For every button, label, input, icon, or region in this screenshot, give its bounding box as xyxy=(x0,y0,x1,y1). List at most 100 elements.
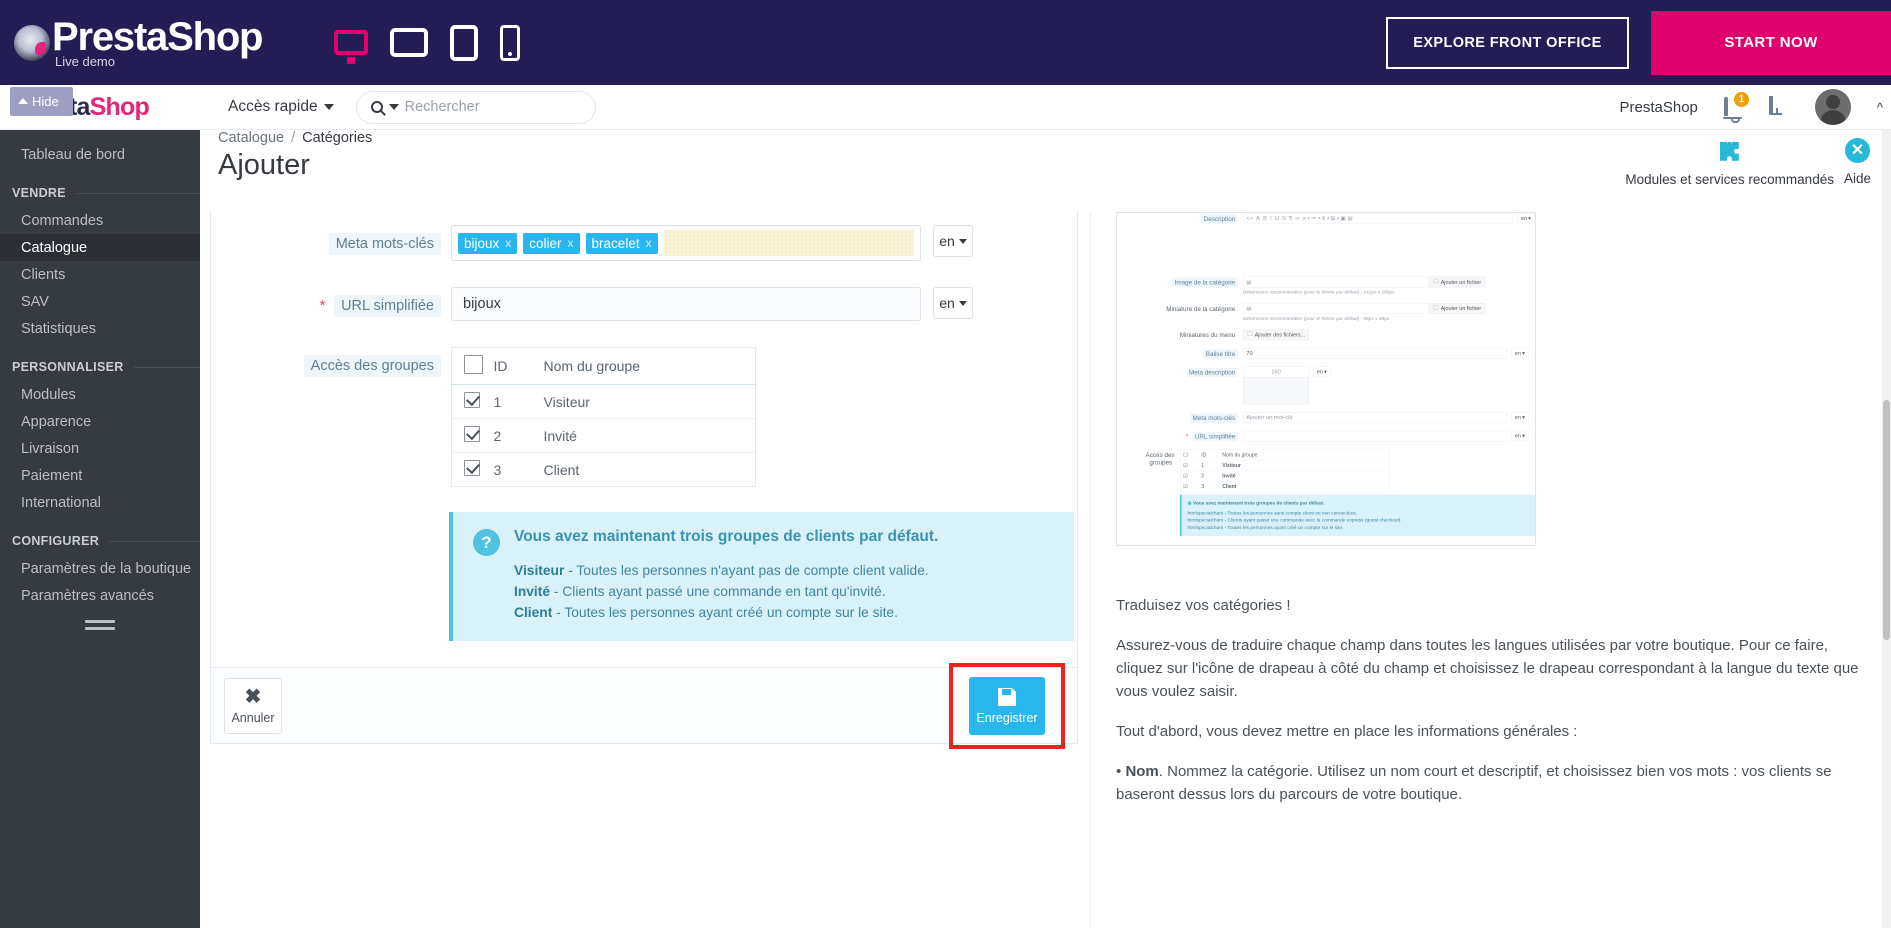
table-row[interactable]: 3 Client xyxy=(452,453,756,487)
row-id: 2 xyxy=(493,418,544,453)
profile-chevron-up-icon[interactable]: ^ xyxy=(1877,100,1883,115)
thumb-placeholder: Ajouter un mot-clé xyxy=(1246,414,1293,421)
thumb-label: Meta description xyxy=(1186,367,1238,378)
thumb-label: Miniatures du menu xyxy=(1179,331,1236,339)
hide-sidebar-tooltip[interactable]: Hide xyxy=(10,86,73,116)
sidebar-section-label: VENDRE xyxy=(12,186,66,200)
thumb-row-menu-thumbs: Miniatures du menu 🗀 Ajouter des fichier… xyxy=(1117,329,1535,341)
meta-keywords-input[interactable]: bijoux x colier x bracelet x xyxy=(451,225,921,261)
breadcrumb-current[interactable]: Catégories xyxy=(302,130,372,146)
thumb-label: Image de la catégorie xyxy=(1172,277,1238,288)
tag-remove-icon[interactable]: x xyxy=(505,236,511,250)
thumb-row-friendly-url: * URL simplifiée en ▾ xyxy=(1117,430,1535,442)
recommended-modules-button[interactable]: Modules et services recommandés xyxy=(1625,138,1834,187)
row-checkbox[interactable] xyxy=(464,460,480,476)
tag-remove-icon[interactable]: x xyxy=(568,236,574,250)
alert-text: - Toutes les personnes n'ayant pas de co… xyxy=(564,563,929,578)
sidebar-item-apparence[interactable]: Apparence xyxy=(0,408,200,435)
search-box[interactable] xyxy=(355,90,596,124)
mobile-icon[interactable] xyxy=(500,24,521,61)
sidebar-item-label: Paiement xyxy=(21,467,83,484)
prestashop-demo-logo[interactable]: PrestaShop Live demo xyxy=(14,14,263,69)
avatar[interactable] xyxy=(1814,89,1851,125)
quick-access-label: Accès rapide xyxy=(228,98,318,115)
group-access-row: Accès des groupes ID Nom du groupe 1 Vis… xyxy=(211,334,1077,500)
question-mark-icon: ? xyxy=(473,529,500,556)
scrollbar-thumb[interactable] xyxy=(1883,400,1890,640)
sidebar-item-statistiques[interactable]: Statistiques xyxy=(0,315,200,342)
tag-remove-icon[interactable]: x xyxy=(646,236,652,250)
sidebar-item-label: Statistiques xyxy=(21,320,96,337)
row-group-name: Invité xyxy=(543,418,756,453)
thumb-row-description: Description <> A B I U S ¶ ∞ ≡ ▪ ≔ ▪ ⩸ ▪… xyxy=(1117,213,1535,224)
sidebar-item-parametres-boutique[interactable]: Paramètres de la boutique xyxy=(0,555,200,582)
sidebar-item-international[interactable]: International xyxy=(0,489,200,516)
alert-term: Invité xyxy=(514,584,551,599)
sidebar-section-label: PERSONNALISER xyxy=(12,360,124,374)
divider xyxy=(75,192,200,194)
bullet-term: Nom xyxy=(1125,763,1159,780)
search-scope-chevron-down-icon[interactable] xyxy=(388,104,399,110)
help-button[interactable]: ✕ Aide xyxy=(1844,138,1871,186)
breadcrumb-parent[interactable]: Catalogue xyxy=(218,130,284,146)
shop-name-label[interactable]: PrestaShop xyxy=(1620,99,1698,116)
sidebar-item-clients[interactable]: Clients xyxy=(0,261,200,288)
table-row[interactable]: 1 Visiteur xyxy=(451,384,756,419)
table-row[interactable]: 2 Invité xyxy=(451,418,756,453)
search-input[interactable] xyxy=(404,99,565,115)
notifications-bell-icon[interactable]: 1 xyxy=(1723,92,1749,118)
sidebar-item-modules[interactable]: Modules xyxy=(0,381,200,408)
page-scrollbar[interactable] xyxy=(1882,130,1891,928)
demo-logo-word: PrestaShop xyxy=(52,14,263,59)
sidebar-item-catalogue[interactable]: Catalogue xyxy=(0,234,200,261)
tablet-portrait-icon[interactable] xyxy=(450,24,479,61)
sidebar-section-configurer: CONFIGURER xyxy=(0,527,200,555)
tag-entry-area[interactable] xyxy=(663,230,914,256)
explore-front-office-button[interactable]: EXPLORE FRONT OFFICE xyxy=(1386,16,1629,69)
breadcrumb: Catalogue / Catégories xyxy=(218,130,372,146)
select-all-checkbox[interactable] xyxy=(464,355,483,374)
sidebar-item-sav[interactable]: SAV xyxy=(0,288,200,315)
form-footer: ✖ Annuler Enregistrer xyxy=(211,662,1077,749)
desktop-icon[interactable] xyxy=(334,30,369,55)
demo-top-bar: PrestaShop Live demo EXPLORE FRONT OFFIC… xyxy=(0,0,1891,85)
alert-text: - Toutes les personnes ayant créé un com… xyxy=(552,605,898,620)
thumb-groups-table: ☐ ID Nom du groupe ☑ 1 Visiteur ☑ 2 Invité ☑ 3 C… xyxy=(1180,449,1390,492)
thumb-row-meta-description: Meta description 160 en ▾ xyxy=(1117,366,1535,405)
quick-access-menu[interactable]: Accès rapide xyxy=(228,98,334,116)
divider xyxy=(109,540,200,542)
thumb-lang: en xyxy=(1520,214,1527,221)
collapse-menu-icon[interactable] xyxy=(85,620,115,634)
friendly-url-language-selector[interactable]: en xyxy=(933,287,973,319)
tag-chip[interactable]: bijoux x xyxy=(458,232,518,254)
thumb-add-file-button: 🗀 Ajouter un fichier xyxy=(1429,276,1486,288)
page-title: Ajouter xyxy=(218,149,310,181)
sidebar-item-label: Paramètres de la boutique xyxy=(21,560,192,577)
help-label: Aide xyxy=(1843,171,1871,186)
cancel-button[interactable]: ✖ Annuler xyxy=(224,677,282,734)
row-checkbox[interactable] xyxy=(464,392,480,408)
sidebar-item-dashboard[interactable]: Tableau de bord xyxy=(0,141,200,168)
start-now-button[interactable]: START NOW xyxy=(1651,10,1891,75)
tag-chip[interactable]: bracelet x xyxy=(585,232,658,254)
sidebar-item-commandes[interactable]: Commandes xyxy=(0,207,200,234)
tablet-landscape-icon[interactable] xyxy=(390,28,429,57)
help-paragraph: Assurez-vous de traduire chaque champ da… xyxy=(1116,637,1859,700)
sidebar-item-livraison[interactable]: Livraison xyxy=(0,435,200,462)
page-header: Catalogue / Catégories Ajouter Modules e… xyxy=(200,130,1891,212)
admin-logo[interactable]: PrestaShop Hide xyxy=(10,86,198,122)
sidebar-item-parametres-avances[interactable]: Paramètres avancés xyxy=(0,582,200,609)
save-button[interactable]: Enregistrer xyxy=(969,676,1045,735)
meta-keywords-language-selector[interactable]: en xyxy=(933,225,973,257)
meta-keywords-row: Meta mots-clés bijoux x colier x bracele… xyxy=(211,212,1077,274)
meta-keywords-label: Meta mots-clés xyxy=(328,233,441,255)
sidebar-item-paiement[interactable]: Paiement xyxy=(0,462,200,489)
help-side-panel: Description <> A B I U S ¶ ∞ ≡ ▪ ≔ ▪ ⩸ ▪… xyxy=(1090,212,1885,928)
thumb-hint: Dimensions recommandées (pour le thème p… xyxy=(1243,289,1395,295)
friendly-url-input[interactable] xyxy=(451,287,921,321)
tag-chip[interactable]: colier x xyxy=(523,232,580,254)
device-preview-switcher[interactable] xyxy=(334,24,521,61)
trophy-icon[interactable] xyxy=(1768,96,1789,118)
sidebar-section-personnaliser: PERSONNALISER xyxy=(0,353,200,381)
row-checkbox[interactable] xyxy=(464,426,480,442)
